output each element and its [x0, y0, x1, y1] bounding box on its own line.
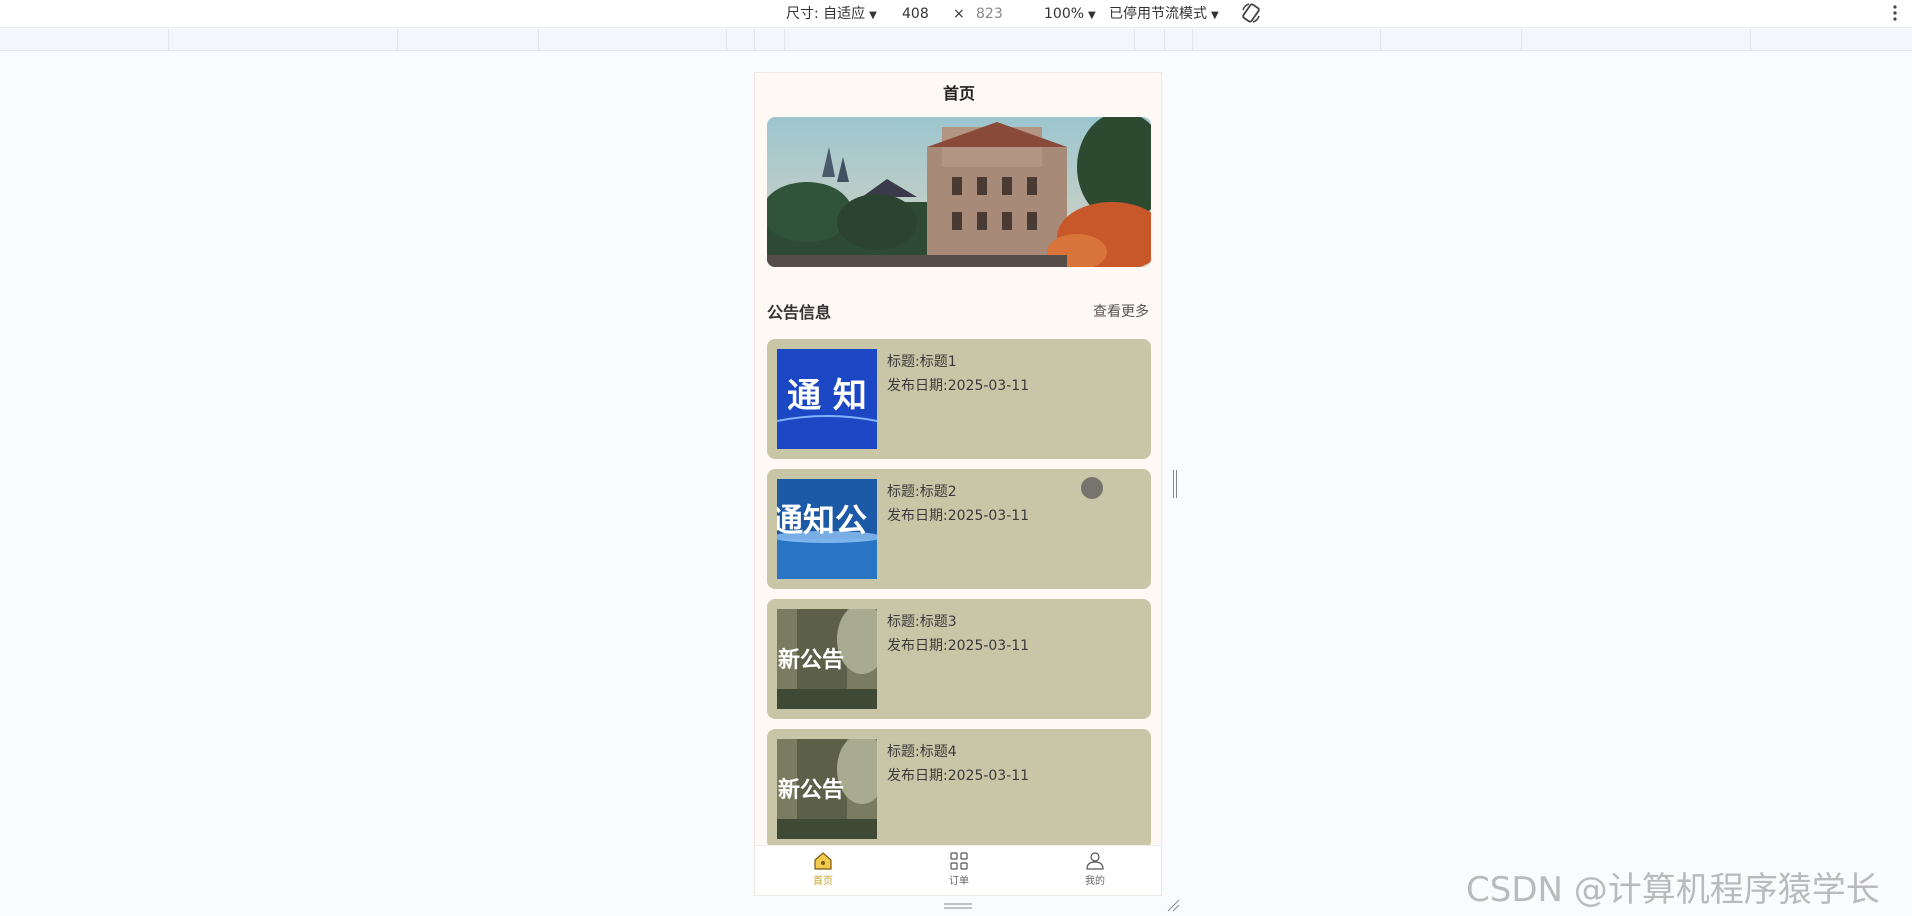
- dimensions-dropdown[interactable]: 尺寸: 自适应 ▼: [786, 5, 877, 25]
- ruler-tick: [168, 29, 169, 51]
- chevron-down-icon: ▼: [1088, 10, 1096, 21]
- tab-label: 首页: [813, 876, 833, 887]
- notice-card[interactable]: 新公告 标题:标题4 发布日期:2025-03-11: [767, 729, 1151, 849]
- resize-handle-right[interactable]: [1172, 470, 1178, 498]
- thumbnail-text: 通 知: [787, 376, 867, 416]
- devtools-toolbar: 尺寸: 自适应 ▼ 408 × 823 100% ▼ 已停用节流模式 ▼: [0, 0, 1912, 28]
- touch-cursor-icon: [1081, 477, 1103, 499]
- ruler-tick: [1134, 29, 1135, 51]
- ruler-tick: [1521, 29, 1522, 51]
- section-title: 公告信息: [767, 303, 832, 322]
- zoom-dropdown[interactable]: 100% ▼: [1044, 5, 1096, 25]
- notice-title: 标题:标题3: [887, 614, 957, 630]
- more-options-icon[interactable]: [1892, 3, 1898, 23]
- width-input[interactable]: 408: [902, 5, 929, 23]
- bottom-tab-bar: 首页 订单 我的: [755, 845, 1161, 895]
- ruler-tick: [538, 29, 539, 51]
- watermark: CSDN @计算机程序猿学长: [1466, 870, 1880, 910]
- notice-date: 发布日期:2025-03-11: [887, 378, 1030, 394]
- notice-thumbnail: 通知公: [777, 479, 877, 579]
- view-more-link[interactable]: 查看更多: [1093, 301, 1149, 321]
- banner-carousel[interactable]: [767, 117, 1151, 267]
- notice-thumbnail: 新公告: [777, 739, 877, 839]
- notice-title: 标题:标题2: [887, 484, 957, 500]
- page-title: 首页: [942, 84, 975, 103]
- chevron-down-icon: ▼: [869, 10, 877, 21]
- notice-date: 发布日期:2025-03-11: [887, 768, 1030, 784]
- resize-handle-bottom[interactable]: [944, 902, 972, 910]
- dimensions-label: 尺寸: 自适应: [786, 6, 866, 22]
- notice-date: 发布日期:2025-03-11: [887, 508, 1030, 524]
- media-query-ruler[interactable]: [0, 29, 1912, 51]
- thumbnail-text: 新公告: [778, 777, 844, 803]
- rotate-icon[interactable]: [1240, 2, 1262, 24]
- ruler-tick: [1750, 29, 1751, 51]
- ruler-tick: [726, 29, 727, 51]
- notice-thumbnail: 通 知: [777, 349, 877, 449]
- height-input[interactable]: 823: [976, 5, 1003, 23]
- times-separator: ×: [953, 6, 965, 22]
- tab-label: 我的: [1085, 876, 1105, 887]
- throttle-label: 已停用节流模式: [1109, 6, 1207, 22]
- thumbnail-text: 通知公: [777, 501, 867, 539]
- ruler-tick: [754, 29, 755, 51]
- ruler-tick: [1164, 29, 1165, 51]
- tab-home[interactable]: 首页: [793, 852, 853, 887]
- notice-title: 标题:标题1: [887, 354, 957, 370]
- ruler-tick: [1192, 29, 1193, 51]
- banner-image: [767, 117, 1151, 267]
- notice-title: 标题:标题4: [887, 744, 957, 760]
- home-icon: [814, 852, 832, 870]
- notice-thumbnail: 新公告: [777, 609, 877, 709]
- notice-date: 发布日期:2025-03-11: [887, 638, 1030, 654]
- resize-handle-corner[interactable]: [1166, 898, 1180, 912]
- ruler-tick: [784, 29, 785, 51]
- tab-mine[interactable]: 我的: [1065, 852, 1125, 887]
- chevron-down-icon: ▼: [1211, 10, 1219, 21]
- tab-label: 订单: [949, 876, 969, 887]
- ruler-tick: [397, 29, 398, 51]
- tab-orders[interactable]: 订单: [929, 852, 989, 887]
- ruler-tick: [1380, 29, 1381, 51]
- zoom-label: 100%: [1044, 6, 1085, 22]
- grid-icon: [950, 852, 968, 870]
- thumbnail-text: 新公告: [778, 647, 844, 673]
- notice-card[interactable]: 通 知 标题:标题1 发布日期:2025-03-11: [767, 339, 1151, 459]
- throttle-dropdown[interactable]: 已停用节流模式 ▼: [1109, 5, 1219, 25]
- user-icon: [1086, 852, 1104, 870]
- notice-card[interactable]: 新公告 标题:标题3 发布日期:2025-03-11: [767, 599, 1151, 719]
